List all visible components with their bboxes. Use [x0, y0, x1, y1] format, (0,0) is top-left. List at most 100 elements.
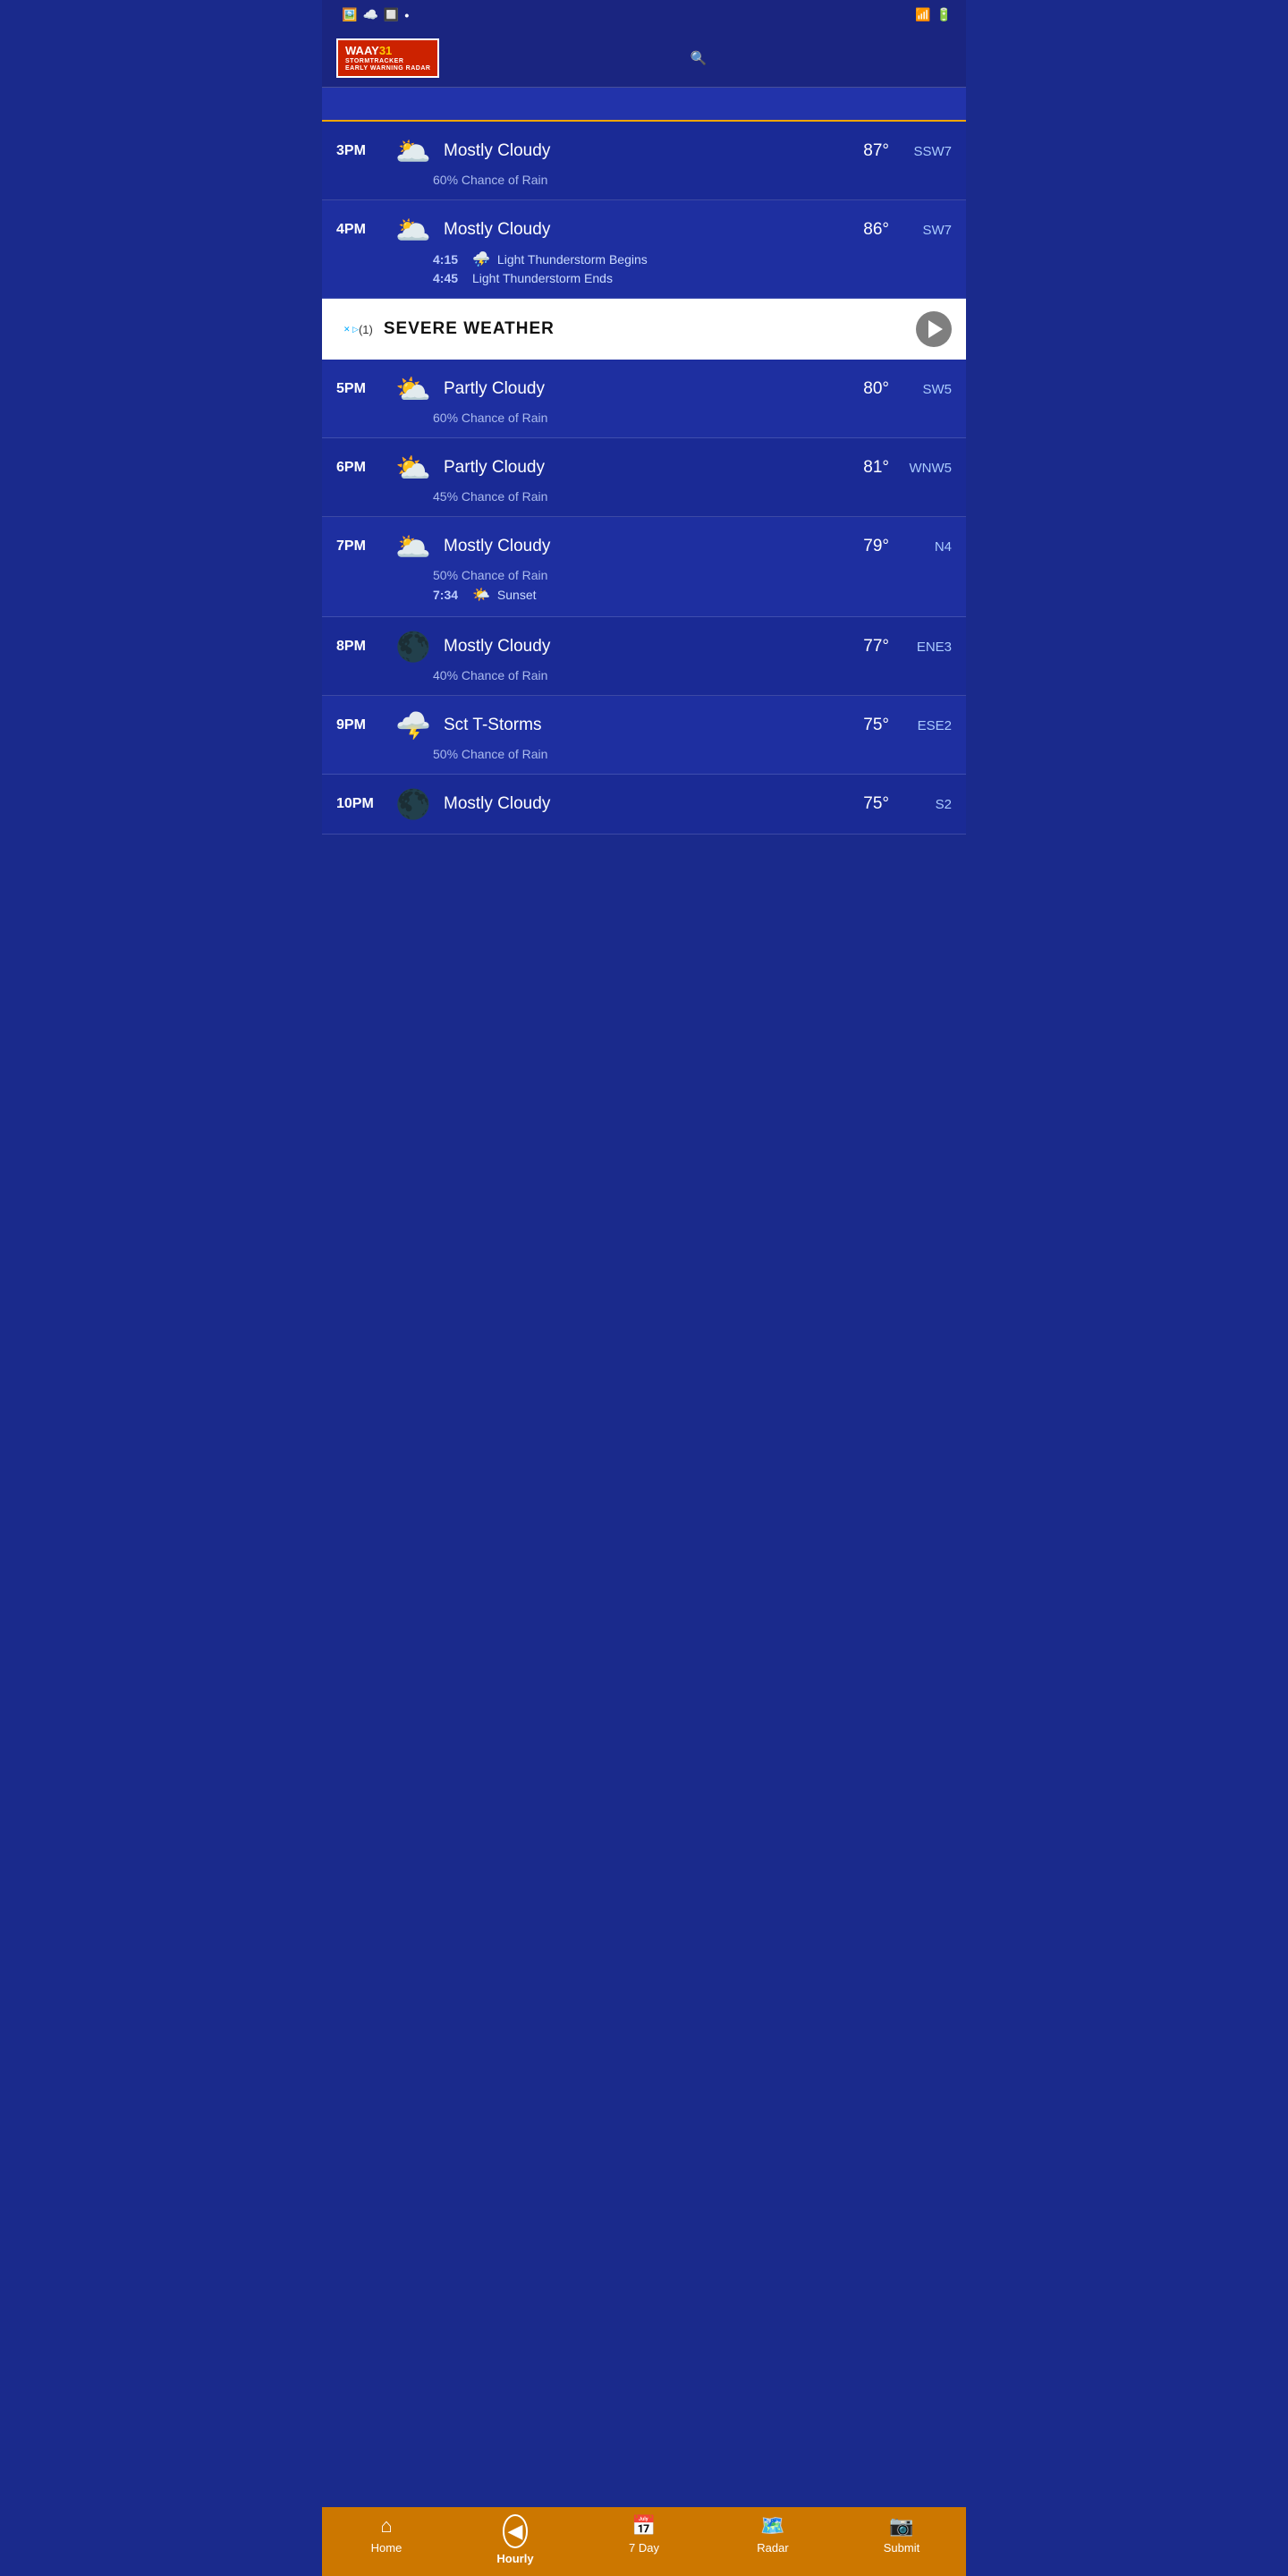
weather-icon: 🌥️	[394, 213, 433, 247]
nav-label-radar: Radar	[757, 2541, 788, 2555]
row-condition: Partly Cloudy	[444, 379, 829, 399]
row-time: 8PM	[336, 639, 383, 655]
app-logo: WAAY31 STORMTRACKEREARLY WARNING RADAR	[336, 38, 439, 78]
row-temp: 79°	[840, 537, 889, 556]
row-main: 8PM 🌑 Mostly Cloudy 77° ENE3	[336, 630, 952, 664]
hourly-ring: ◀	[503, 2514, 529, 2548]
7day-icon: 📅	[631, 2514, 656, 2538]
row-wind: WNW5	[900, 461, 952, 476]
event-time: 7:34	[433, 588, 465, 602]
nav-item-hourly[interactable]: ◀ Hourly	[488, 2514, 542, 2565]
row-temp: 77°	[840, 637, 889, 657]
date-banner	[322, 88, 966, 122]
row-temp: 80°	[840, 379, 889, 399]
hourly-row-4pm[interactable]: 4PM 🌥️ Mostly Cloudy 86° SW7 4:15 ⛈️ Lig…	[322, 200, 966, 299]
weather-icon: 🌑	[394, 630, 433, 664]
row-wind: ENE3	[900, 640, 952, 655]
row-condition: Sct T-Storms	[444, 716, 829, 735]
row-main: 3PM 🌥️ Mostly Cloudy 87° SSW7	[336, 134, 952, 168]
cloud-icon: ☁️	[362, 7, 377, 22]
hourly-row-3pm[interactable]: 3PM 🌥️ Mostly Cloudy 87° SSW7 60% Chance…	[322, 122, 966, 200]
row-wind: SW5	[900, 382, 952, 397]
weather-icon: 🌥️	[394, 530, 433, 564]
ad-badge: (1)	[359, 323, 373, 336]
ad-banner[interactable]: ✕ ▷ (1) SEVERE WEATHER	[322, 299, 966, 360]
weather-icon: 🌑	[394, 787, 433, 821]
bottom-navigation: ⌂ Home ◀ Hourly 📅 7 Day 🗺️ Radar 📷 Submi…	[322, 2507, 966, 2576]
row-condition: Partly Cloudy	[444, 458, 829, 478]
nav-item-radar[interactable]: 🗺️ Radar	[746, 2514, 800, 2565]
row-sub: 60% Chance of Rain	[336, 411, 952, 425]
row-time: 10PM	[336, 796, 383, 812]
row-temp: 81°	[840, 458, 889, 478]
status-bar: 🖼️ ☁️ 🔲 • 📶 🔋	[322, 0, 966, 30]
row-wind: S2	[900, 797, 952, 812]
event-text: Sunset	[497, 588, 537, 602]
location-display: 🔍	[683, 50, 708, 66]
search-icon[interactable]: 🔍	[691, 50, 708, 66]
row-sub: 60% Chance of Rain	[336, 173, 952, 187]
logo-subtitle: STORMTRACKEREARLY WARNING RADAR	[345, 58, 430, 73]
row-condition: Mostly Cloudy	[444, 141, 829, 161]
row-wind: SW7	[900, 223, 952, 238]
nav-label-hourly: Hourly	[496, 2552, 533, 2565]
battery-full-icon: 🔋	[936, 7, 952, 22]
row-time: 7PM	[336, 538, 383, 555]
logo-name: WAAY31	[345, 44, 430, 58]
row-main: 7PM 🌥️ Mostly Cloudy 79° N4	[336, 530, 952, 564]
play-icon	[928, 320, 943, 338]
row-event: 4:15 ⛈️ Light Thunderstorm Begins	[433, 250, 952, 268]
status-left: 🖼️ ☁️ 🔲 •	[336, 7, 409, 22]
row-wind: N4	[900, 539, 952, 555]
dot-icon: •	[404, 8, 409, 22]
nav-label-home: Home	[371, 2541, 402, 2555]
ad-text: SEVERE WEATHER	[384, 319, 555, 339]
radar-icon: 🗺️	[760, 2514, 784, 2538]
ad-play-button[interactable]	[916, 311, 952, 347]
wifi-icon: 📶	[915, 7, 930, 22]
weather-icon: 🌩️	[394, 708, 433, 742]
event-icon: ⛈️	[472, 250, 490, 268]
nav-item-submit[interactable]: 📷 Submit	[875, 2514, 928, 2565]
hourly-row-7pm[interactable]: 7PM 🌥️ Mostly Cloudy 79° N4 50% Chance o…	[322, 517, 966, 617]
ad-content: (1) SEVERE WEATHER	[359, 319, 916, 339]
row-time: 5PM	[336, 381, 383, 397]
weather-icon: ⛅	[394, 372, 433, 406]
event-time: 4:45	[433, 271, 465, 285]
row-time: 4PM	[336, 222, 383, 238]
photo-icon: 🖼️	[342, 7, 357, 22]
row-event: 7:34 🌤️ Sunset	[433, 586, 952, 604]
hourly-row-9pm[interactable]: 9PM 🌩️ Sct T-Storms 75° ESE2 50% Chance …	[322, 696, 966, 775]
event-icon: 🌤️	[472, 586, 490, 604]
nav-label-7day: 7 Day	[629, 2541, 659, 2555]
row-main: 5PM ⛅ Partly Cloudy 80° SW5	[336, 372, 952, 406]
hourly-row-6pm[interactable]: 6PM ⛅ Partly Cloudy 81° WNW5 45% Chance …	[322, 438, 966, 517]
ad-label: ✕ ▷	[343, 325, 359, 335]
event-time: 4:15	[433, 252, 465, 267]
row-events: 4:15 ⛈️ Light Thunderstorm Begins 4:45 L…	[336, 250, 952, 285]
row-condition: Mostly Cloudy	[444, 794, 829, 814]
hourly-row-10pm[interactable]: 10PM 🌑 Mostly Cloudy 75° S2	[322, 775, 966, 835]
battery-icon: 🔲	[384, 7, 399, 22]
row-condition: Mostly Cloudy	[444, 220, 829, 240]
weather-icon: 🌥️	[394, 134, 433, 168]
row-temp: 75°	[840, 716, 889, 735]
hourly-row-5pm[interactable]: 5PM ⛅ Partly Cloudy 80° SW5 60% Chance o…	[322, 360, 966, 438]
row-condition: Mostly Cloudy	[444, 637, 829, 657]
home-icon: ⌂	[380, 2514, 392, 2538]
status-right: 📶 🔋	[915, 7, 952, 22]
nav-item-7day[interactable]: 📅 7 Day	[617, 2514, 671, 2565]
hourly-row-8pm[interactable]: 8PM 🌑 Mostly Cloudy 77° ENE3 40% Chance …	[322, 617, 966, 696]
row-sub: 40% Chance of Rain	[336, 668, 952, 682]
row-temp: 87°	[840, 141, 889, 161]
submit-icon: 📷	[889, 2514, 913, 2538]
row-main: 9PM 🌩️ Sct T-Storms 75° ESE2	[336, 708, 952, 742]
hourly-icon: ◀	[508, 2520, 523, 2543]
row-time: 6PM	[336, 460, 383, 476]
row-event: 4:45 Light Thunderstorm Ends	[433, 271, 952, 285]
row-main: 4PM 🌥️ Mostly Cloudy 86° SW7	[336, 213, 952, 247]
weather-icon: ⛅	[394, 451, 433, 485]
row-time: 9PM	[336, 717, 383, 733]
nav-item-home[interactable]: ⌂ Home	[360, 2514, 413, 2565]
row-sub: 45% Chance of Rain	[336, 489, 952, 504]
